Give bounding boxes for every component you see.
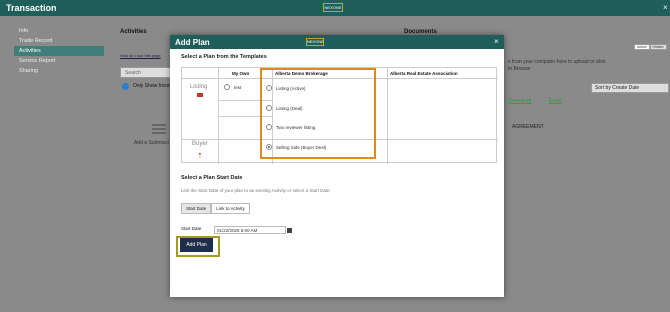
start-date-label: Start Date	[181, 226, 202, 231]
upload-hint[interactable]: s from your computer here to upload or c…	[508, 59, 608, 73]
highlight-add-plan-button	[176, 236, 220, 257]
col-my-own: My Own	[232, 71, 250, 76]
dialog-title: Add Plan	[175, 38, 210, 47]
brand-logo: NEXONE	[323, 3, 343, 12]
add-submission-link[interactable]: Add a Submissi	[134, 140, 169, 146]
calendar-icon[interactable]	[287, 228, 292, 233]
start-tabs: Start Date Link to Activity	[181, 203, 250, 214]
only-show-checkbox[interactable]	[122, 83, 129, 90]
dialog-close-icon[interactable]: ×	[494, 37, 499, 46]
toggle-hidden[interactable]: Hidden	[649, 44, 667, 50]
sidebar: Info Trade Record Activities Service Rep…	[14, 26, 104, 76]
activities-heading: Activities	[120, 29, 147, 35]
download-link[interactable]: Download	[509, 98, 531, 104]
start-date-heading: Select a Plan Start Date	[181, 175, 243, 181]
sidebar-item-service-report[interactable]: Service Report	[14, 56, 104, 66]
help-link[interactable]: How do I use this page	[120, 53, 161, 58]
sidebar-item-trade-record[interactable]: Trade Record	[14, 36, 104, 46]
only-show-label: Only Show Incom	[133, 83, 173, 89]
start-date-input[interactable]: 01/22/2025 6:00 AM	[214, 226, 286, 234]
col-association: Alberta Real Estate Association	[390, 71, 458, 76]
agreement-label: AGREEMENT	[512, 124, 544, 130]
highlight-brokerage-options	[260, 68, 376, 159]
sidebar-item-info[interactable]: Info	[14, 26, 104, 36]
buyer-icon: ⇡	[197, 153, 203, 160]
start-date-hint: Link the Start Date of your plan to an e…	[181, 188, 330, 193]
listing-icon	[197, 93, 203, 97]
empty-list-icon	[152, 124, 166, 136]
radio-my-own-test[interactable]	[224, 84, 230, 90]
search-input[interactable]: Search	[120, 67, 172, 78]
title-bar: Transaction NEXONE ×	[0, 0, 670, 16]
sidebar-item-sharing[interactable]: Sharing	[14, 66, 104, 76]
category-buyer: Buyer	[192, 141, 208, 147]
window-title: Transaction	[6, 3, 57, 13]
dialog-brand-logo: NEXONE	[306, 38, 324, 46]
close-icon[interactable]: ×	[663, 3, 668, 12]
radio-label-test: test	[234, 85, 242, 90]
active-hidden-toggle[interactable]: Active Hidden	[634, 44, 667, 50]
toggle-active[interactable]: Active	[634, 44, 650, 50]
email-link[interactable]: Email	[549, 98, 562, 104]
dialog-header: Add Plan NEXONE ×	[170, 35, 504, 49]
tab-link-activity[interactable]: Link to Activity	[211, 203, 250, 214]
tab-start-date[interactable]: Start Date	[181, 203, 212, 214]
sidebar-item-activities[interactable]: Activities	[14, 46, 104, 56]
sort-select[interactable]: Sort by Create Date	[591, 83, 669, 93]
category-listing: Listing	[190, 84, 208, 90]
templates-heading: Select a Plan from the Templates	[181, 54, 267, 60]
